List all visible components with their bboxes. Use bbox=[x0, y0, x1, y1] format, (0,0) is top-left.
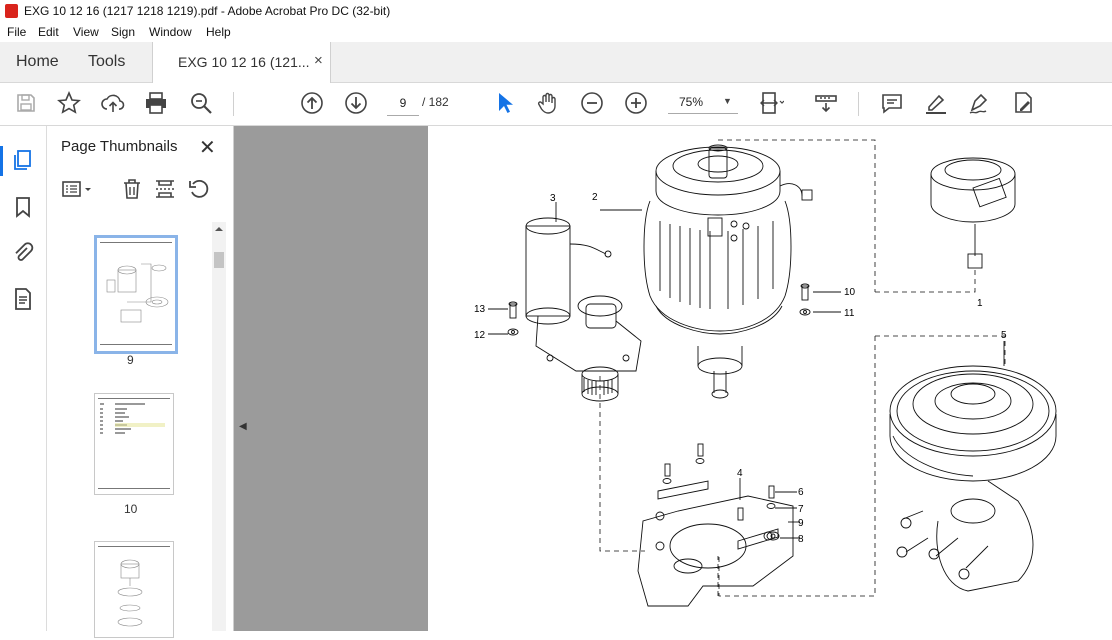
thumbnail-page-11[interactable] bbox=[94, 541, 174, 638]
extract-page-icon[interactable] bbox=[153, 177, 177, 201]
tab-home[interactable]: Home bbox=[16, 53, 59, 71]
menu-sign[interactable]: Sign bbox=[111, 25, 135, 39]
tab-tools[interactable]: Tools bbox=[88, 53, 125, 71]
scroll-mode-icon[interactable] bbox=[813, 90, 839, 116]
current-page-input[interactable] bbox=[387, 91, 419, 116]
zoom-out-icon[interactable] bbox=[579, 90, 605, 116]
thumbnail-page-9[interactable] bbox=[94, 235, 178, 354]
document-tab-label: EXG 10 12 16 (121... bbox=[178, 54, 310, 70]
zoom-in-icon[interactable] bbox=[623, 90, 649, 116]
callout-13: 13 bbox=[474, 304, 486, 315]
toolbar-separator bbox=[858, 92, 859, 116]
menu-bar: File Edit View Sign Window Help bbox=[0, 22, 1112, 42]
callout-1: 1 bbox=[977, 298, 983, 309]
search-zoom-icon[interactable] bbox=[188, 90, 214, 116]
tab-document[interactable]: EXG 10 12 16 (121... × bbox=[152, 42, 331, 83]
hand-icon[interactable] bbox=[535, 90, 561, 116]
rotate-page-icon[interactable] bbox=[187, 177, 211, 201]
menu-file[interactable]: File bbox=[7, 25, 26, 39]
callout-12: 12 bbox=[474, 330, 486, 341]
callout-3: 3 bbox=[550, 193, 556, 204]
page-down-icon[interactable] bbox=[343, 90, 369, 116]
select-arrow-icon[interactable] bbox=[491, 90, 517, 116]
callout-7: 7 bbox=[798, 504, 804, 515]
title-bar: EXG 10 12 16 (1217 1218 1219).pdf - Adob… bbox=[0, 0, 1112, 22]
document-area: ◀ 1 2 3 4 5 6 7 8 9 10 11 12 13 bbox=[234, 126, 1112, 631]
menu-window[interactable]: Window bbox=[149, 25, 192, 39]
thumbnails-scrollbar[interactable] bbox=[212, 222, 226, 631]
callout-8: 8 bbox=[798, 534, 804, 545]
callout-9: 9 bbox=[798, 518, 804, 529]
print-icon[interactable] bbox=[143, 90, 169, 116]
bookmarks-icon[interactable] bbox=[11, 195, 35, 219]
delete-page-icon[interactable] bbox=[120, 177, 144, 201]
bookmark-star-icon[interactable] bbox=[56, 90, 82, 116]
fit-page-icon[interactable] bbox=[758, 90, 785, 116]
upload-cloud-icon[interactable] bbox=[100, 90, 126, 116]
page-up-icon[interactable] bbox=[299, 90, 325, 116]
zoom-select[interactable]: 75% ▼ bbox=[668, 91, 738, 114]
collapse-panel-icon[interactable]: ◀ bbox=[239, 421, 247, 432]
scrollbar-thumb[interactable] bbox=[214, 252, 224, 268]
close-panel-icon[interactable]: ✕ bbox=[199, 135, 216, 160]
callout-6: 6 bbox=[798, 487, 804, 498]
highlight-icon[interactable] bbox=[923, 90, 949, 116]
callout-5: 5 bbox=[1001, 330, 1007, 341]
page-count: / 182 bbox=[422, 95, 449, 109]
close-tab-icon[interactable]: × bbox=[314, 52, 323, 69]
page-thumbnails-icon[interactable] bbox=[11, 148, 35, 172]
acrobat-app-icon bbox=[5, 4, 18, 18]
callout-2: 2 bbox=[592, 192, 598, 203]
thumbnail-options-icon[interactable] bbox=[61, 177, 95, 201]
left-rail bbox=[0, 126, 47, 631]
callout-4: 4 bbox=[737, 468, 743, 479]
toolbar: / 182 75% ▼ bbox=[0, 83, 1112, 126]
pdf-page: 1 2 3 4 5 6 7 8 9 10 11 12 13 bbox=[428, 126, 1112, 631]
menu-edit[interactable]: Edit bbox=[38, 25, 59, 39]
panel-title: Page Thumbnails bbox=[61, 138, 178, 155]
callout-10: 10 bbox=[844, 287, 856, 298]
toolbar-separator bbox=[233, 92, 234, 116]
page-content-icon[interactable] bbox=[11, 287, 35, 311]
chevron-down-icon: ▼ bbox=[723, 96, 732, 106]
menu-help[interactable]: Help bbox=[206, 25, 231, 39]
menu-view[interactable]: View bbox=[73, 25, 99, 39]
active-indicator bbox=[0, 146, 3, 176]
zoom-value: 75% bbox=[679, 95, 704, 109]
comment-icon[interactable] bbox=[879, 90, 905, 116]
thumbnails-panel: Page Thumbnails ✕ 9 10 bbox=[47, 126, 234, 638]
window-title: EXG 10 12 16 (1217 1218 1219).pdf - Adob… bbox=[24, 4, 391, 18]
save-icon[interactable] bbox=[13, 90, 39, 116]
scroll-up-icon[interactable] bbox=[212, 222, 226, 236]
edit-pdf-icon[interactable] bbox=[1010, 90, 1036, 116]
thumbnail-label-9: 9 bbox=[127, 353, 134, 367]
callout-11: 11 bbox=[844, 308, 855, 319]
attachments-icon[interactable] bbox=[11, 241, 35, 265]
thumbnail-label-10: 10 bbox=[124, 502, 138, 516]
exploded-view-drawing: 1 2 3 4 5 6 7 8 9 10 11 12 13 bbox=[474, 139, 1057, 607]
tab-bar: Home Tools EXG 10 12 16 (121... × bbox=[0, 42, 1112, 83]
sign-icon[interactable] bbox=[967, 90, 993, 116]
thumbnail-page-10[interactable] bbox=[94, 393, 174, 495]
